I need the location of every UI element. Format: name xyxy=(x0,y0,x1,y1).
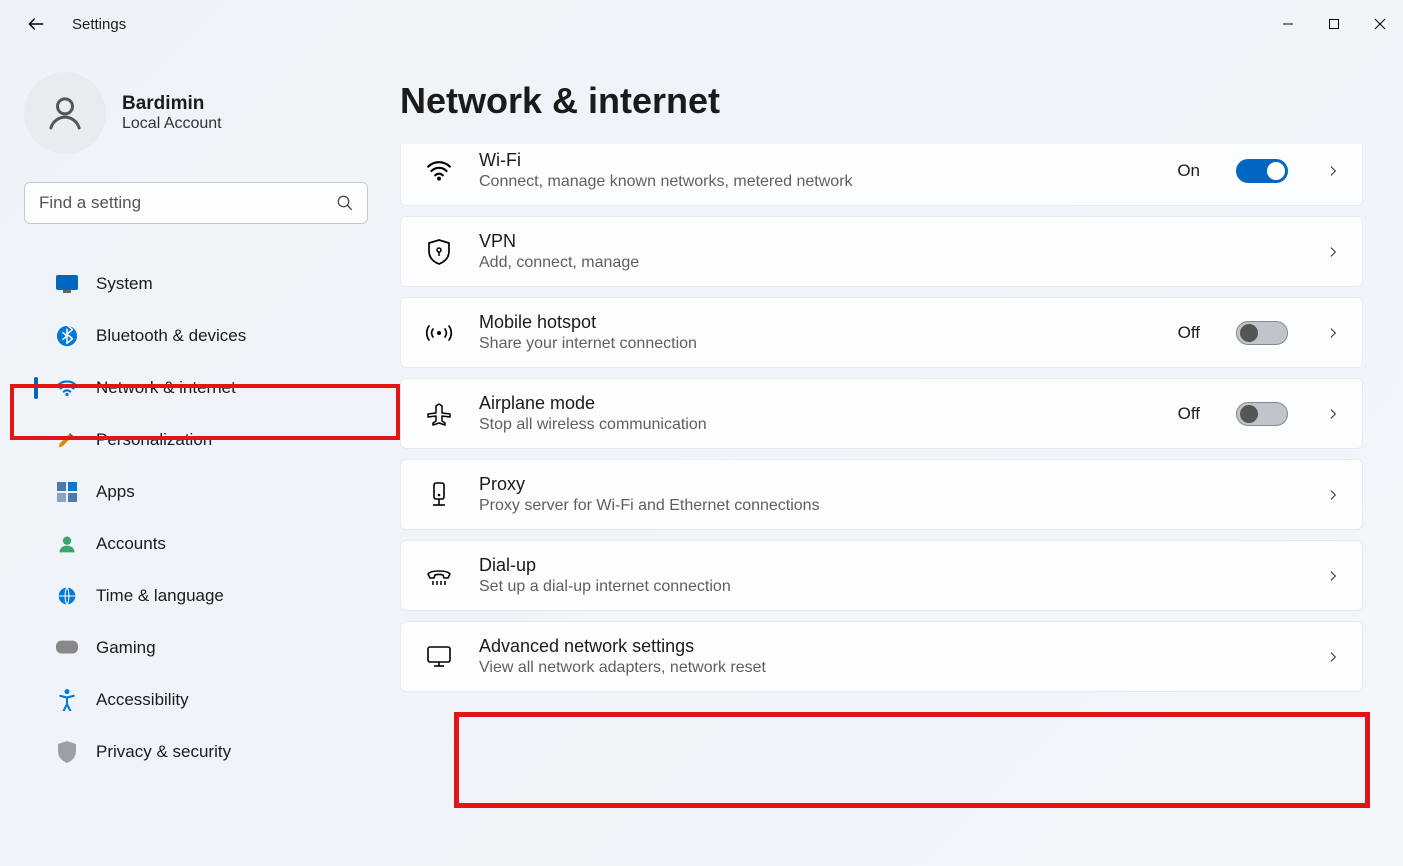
chevron-right-icon xyxy=(1326,245,1340,259)
accounts-icon xyxy=(56,533,78,555)
close-button[interactable] xyxy=(1357,2,1403,46)
card-advanced-network[interactable]: Advanced network settings View all netwo… xyxy=(400,621,1363,692)
window-title: Settings xyxy=(72,16,126,33)
apps-icon xyxy=(56,481,78,503)
vpn-icon xyxy=(425,239,453,265)
card-hotspot[interactable]: Mobile hotspot Share your internet conne… xyxy=(400,297,1363,368)
wifi-icon xyxy=(56,377,78,399)
card-proxy[interactable]: Proxy Proxy server for Wi-Fi and Etherne… xyxy=(400,459,1363,530)
card-title: Mobile hotspot xyxy=(479,312,1152,333)
airplane-toggle[interactable] xyxy=(1236,402,1288,426)
card-title: Proxy xyxy=(479,474,1288,495)
profile[interactable]: Bardimin Local Account xyxy=(20,72,392,154)
nav-label: Apps xyxy=(96,482,135,502)
maximize-button[interactable] xyxy=(1311,2,1357,46)
minimize-button[interactable] xyxy=(1265,2,1311,46)
sidebar-item-bluetooth[interactable]: Bluetooth & devices xyxy=(20,312,372,360)
card-sub: Connect, manage known networks, metered … xyxy=(479,173,1151,191)
sidebar-item-privacy[interactable]: Privacy & security xyxy=(20,728,372,776)
dialup-icon xyxy=(425,566,453,586)
nav-label: Accessibility xyxy=(96,690,189,710)
nav-label: System xyxy=(96,274,153,294)
avatar xyxy=(24,72,106,154)
chevron-right-icon xyxy=(1326,569,1340,583)
paintbrush-icon xyxy=(56,429,78,451)
hotspot-icon xyxy=(425,322,453,344)
toggle-state: Off xyxy=(1178,323,1200,343)
search-icon xyxy=(336,194,354,212)
sidebar-item-network[interactable]: Network & internet xyxy=(20,364,372,412)
card-sub: Add, connect, manage xyxy=(479,254,1288,272)
system-icon xyxy=(56,273,78,295)
chevron-right-icon xyxy=(1326,650,1340,664)
sidebar-item-apps[interactable]: Apps xyxy=(20,468,372,516)
card-sub: View all network adapters, network reset xyxy=(479,659,1288,677)
person-icon xyxy=(45,93,85,133)
card-title: Wi-Fi xyxy=(479,150,1151,171)
search-input[interactable] xyxy=(24,182,368,224)
airplane-icon xyxy=(425,402,453,426)
chevron-right-icon xyxy=(1326,488,1340,502)
back-button[interactable] xyxy=(24,12,48,36)
sidebar-item-gaming[interactable]: Gaming xyxy=(20,624,372,672)
monitor-icon xyxy=(425,646,453,668)
titlebar: Settings xyxy=(0,0,1403,48)
sidebar-item-time-language[interactable]: Time & language xyxy=(20,572,372,620)
accessibility-icon xyxy=(56,689,78,711)
settings-cards: Wi-Fi Connect, manage known networks, me… xyxy=(400,144,1363,692)
chevron-right-icon xyxy=(1326,326,1340,340)
chevron-right-icon xyxy=(1326,407,1340,421)
page-title: Network & internet xyxy=(400,80,1363,122)
sidebar-item-accessibility[interactable]: Accessibility xyxy=(20,676,372,724)
main-content: Network & internet Wi-Fi Connect, manage… xyxy=(400,48,1403,866)
search-wrap xyxy=(24,182,368,224)
window-controls xyxy=(1265,2,1403,46)
card-wifi[interactable]: Wi-Fi Connect, manage known networks, me… xyxy=(400,144,1363,206)
sidebar-item-accounts[interactable]: Accounts xyxy=(20,520,372,568)
card-airplane[interactable]: Airplane mode Stop all wireless communic… xyxy=(400,378,1363,449)
nav-label: Personalization xyxy=(96,430,212,450)
card-dialup[interactable]: Dial-up Set up a dial-up internet connec… xyxy=(400,540,1363,611)
nav-label: Network & internet xyxy=(96,378,236,398)
profile-name: Bardimin xyxy=(122,93,222,116)
back-arrow-icon xyxy=(26,14,46,34)
sidebar: Bardimin Local Account System Bluetooth … xyxy=(0,48,400,866)
card-title: Airplane mode xyxy=(479,393,1152,414)
card-sub: Proxy server for Wi-Fi and Ethernet conn… xyxy=(479,497,1288,515)
card-sub: Stop all wireless communication xyxy=(479,416,1152,434)
wifi-toggle[interactable] xyxy=(1236,159,1288,183)
nav-label: Time & language xyxy=(96,586,224,606)
chevron-right-icon xyxy=(1326,164,1340,178)
nav-label: Bluetooth & devices xyxy=(96,326,246,346)
nav-list: System Bluetooth & devices Network & int… xyxy=(20,260,392,776)
card-sub: Share your internet connection xyxy=(479,335,1152,353)
bluetooth-icon xyxy=(56,325,78,347)
wifi-icon xyxy=(425,160,453,182)
card-sub: Set up a dial-up internet connection xyxy=(479,578,1288,596)
card-title: Dial-up xyxy=(479,555,1288,576)
nav-label: Gaming xyxy=(96,638,156,658)
sidebar-item-personalization[interactable]: Personalization xyxy=(20,416,372,464)
toggle-state: Off xyxy=(1178,404,1200,424)
card-vpn[interactable]: VPN Add, connect, manage xyxy=(400,216,1363,287)
nav-label: Accounts xyxy=(96,534,166,554)
nav-label: Privacy & security xyxy=(96,742,231,762)
globe-icon xyxy=(56,585,78,607)
card-title: Advanced network settings xyxy=(479,636,1288,657)
card-title: VPN xyxy=(479,231,1288,252)
sidebar-item-system[interactable]: System xyxy=(20,260,372,308)
gaming-icon xyxy=(56,637,78,659)
shield-icon xyxy=(56,741,78,763)
hotspot-toggle[interactable] xyxy=(1236,321,1288,345)
toggle-state: On xyxy=(1177,161,1200,181)
profile-sub: Local Account xyxy=(122,115,222,133)
proxy-icon xyxy=(425,482,453,508)
